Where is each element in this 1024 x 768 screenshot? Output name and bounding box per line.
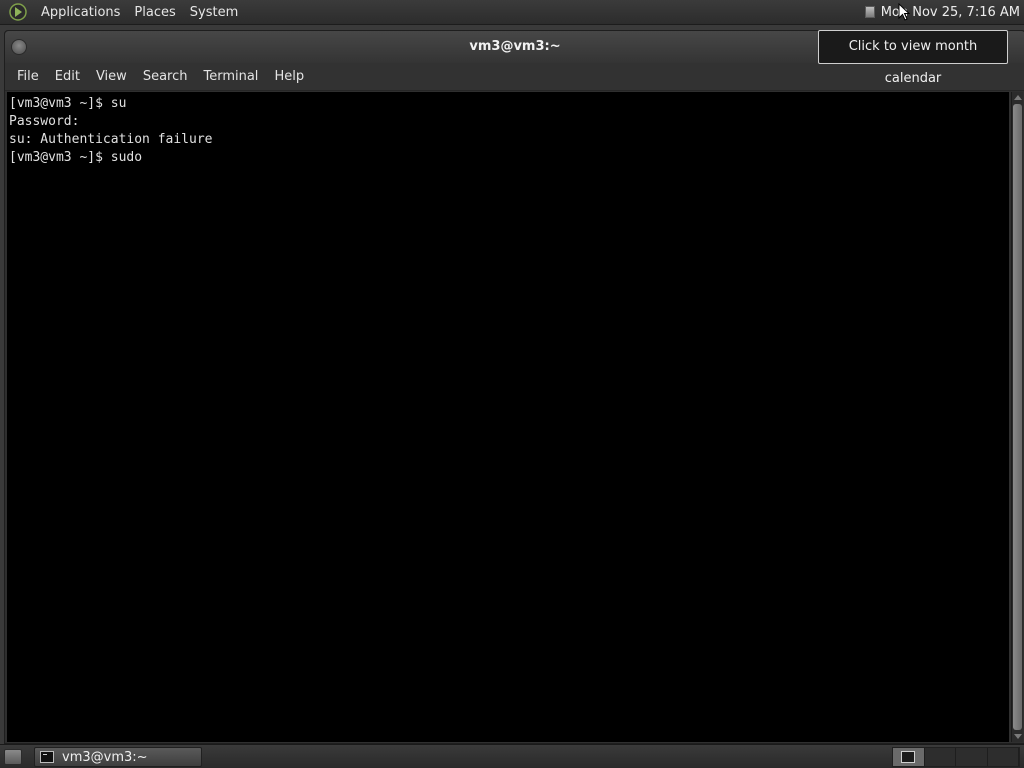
workspace-4[interactable] [987, 748, 1019, 766]
window-menu-button[interactable] [11, 39, 27, 55]
applications-menu[interactable]: Applications [34, 0, 127, 25]
window-title: vm3@vm3:~ [469, 39, 561, 54]
menu-help[interactable]: Help [266, 63, 312, 91]
top-panel: Applications Places System Mon Nov 25, 7… [0, 0, 1024, 25]
workspace-3[interactable] [956, 748, 988, 766]
menu-view[interactable]: View [88, 63, 135, 91]
terminal-line: [vm3@vm3 ~]$ su [9, 96, 127, 111]
tray-icon[interactable] [864, 6, 875, 18]
workspace-2[interactable] [924, 748, 956, 766]
scroll-down-arrow-icon[interactable] [1014, 734, 1022, 739]
workspace-1[interactable] [893, 748, 925, 766]
workspace-switcher [892, 747, 1020, 767]
system-menu[interactable]: System [183, 0, 245, 25]
distro-logo-icon[interactable] [8, 2, 28, 22]
menu-edit[interactable]: Edit [47, 63, 88, 91]
menu-file[interactable]: File [9, 63, 47, 91]
terminal-line: su: Authentication failure [9, 132, 213, 147]
calendar-tooltip: Click to view month calendar [818, 30, 1008, 86]
scroll-thumb[interactable] [1013, 104, 1022, 730]
taskbar-item-label: vm3@vm3:~ [62, 749, 148, 765]
window-thumbnail-icon [901, 751, 916, 763]
terminal-line: [vm3@vm3 ~]$ sudo [9, 150, 143, 165]
terminal-output[interactable]: [vm3@vm3 ~]$ su Password: su: Authentica… [7, 92, 1009, 742]
places-menu[interactable]: Places [127, 0, 182, 25]
show-desktop-icon[interactable] [4, 749, 22, 765]
terminal-window: vm3@vm3:~ File Edit View Search Terminal… [4, 30, 1024, 744]
bottom-panel: vm3@vm3:~ [0, 744, 1024, 768]
menu-search[interactable]: Search [135, 63, 196, 91]
mouse-cursor-icon [898, 2, 911, 25]
terminal-scrollbar[interactable] [1011, 92, 1023, 742]
scroll-up-arrow-icon[interactable] [1014, 95, 1022, 100]
terminal-icon [40, 751, 54, 763]
menubar: File Edit View Search Terminal Help [5, 63, 1024, 91]
menu-terminal[interactable]: Terminal [195, 63, 266, 91]
taskbar-item-terminal[interactable]: vm3@vm3:~ [34, 747, 202, 767]
terminal-line: Password: [9, 114, 80, 129]
